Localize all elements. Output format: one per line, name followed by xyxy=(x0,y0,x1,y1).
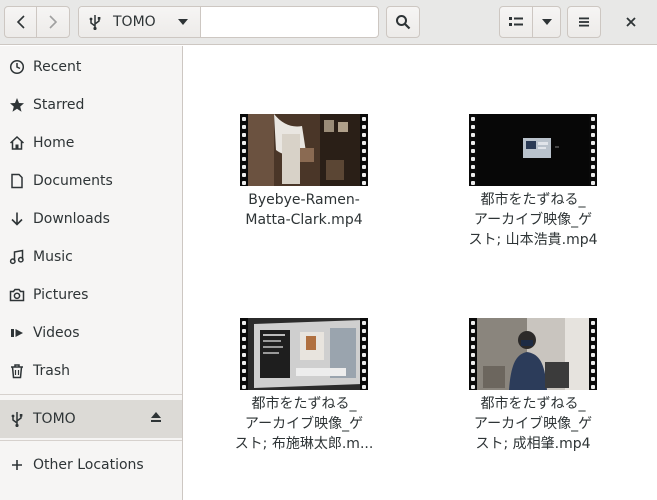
sidebar-divider xyxy=(0,394,182,395)
sidebar-item-starred[interactable]: Starred xyxy=(0,86,182,124)
document-icon xyxy=(9,173,25,189)
sidebar-item-label: Music xyxy=(33,249,73,265)
file-item[interactable]: 都市をたずねる_ アーカイブ映像_ゲ スト; 山本浩貴.mp4 xyxy=(458,114,608,250)
sidebar-item-label: Home xyxy=(33,135,75,151)
sidebar-item-label: Recent xyxy=(33,59,82,75)
sidebar-item-label: Downloads xyxy=(33,211,110,227)
sidebar-item-videos[interactable]: Videos xyxy=(0,314,182,352)
sidebar-item-documents[interactable]: Documents xyxy=(0,162,182,200)
close-button[interactable] xyxy=(614,6,648,38)
sidebar-item-pictures[interactable]: Pictures xyxy=(0,276,182,314)
sidebar-item-home[interactable]: Home xyxy=(0,124,182,162)
back-button[interactable] xyxy=(4,6,37,38)
sidebar-item-label: Trash xyxy=(33,363,70,379)
file-item[interactable]: 都市をたずねる_ アーカイブ映像_ゲ スト; 成相肇.mp4 xyxy=(458,318,608,454)
eject-icon[interactable] xyxy=(150,411,162,427)
file-grid: Byebye-Ramen- Matta-Clark.mp4 都市をたずねる_ ア… xyxy=(184,46,657,500)
sidebar-item-label: Pictures xyxy=(33,287,89,303)
file-name: Byebye-Ramen- Matta-Clark.mp4 xyxy=(245,192,363,228)
location-button[interactable]: TOMO xyxy=(79,7,201,37)
sidebar-item-other-locations[interactable]: Other Locations xyxy=(0,446,182,484)
file-item[interactable]: 都市をたずねる_ アーカイブ映像_ゲ スト; 布施琳太郎.m... xyxy=(229,318,379,454)
sidebar-item-label: Videos xyxy=(33,325,80,341)
sidebar-item-label: Starred xyxy=(33,97,85,113)
close-icon xyxy=(626,17,636,27)
video-thumbnail xyxy=(469,114,597,186)
location-bar[interactable]: TOMO xyxy=(78,6,379,38)
hamburger-icon xyxy=(579,17,589,27)
sidebar-item-downloads[interactable]: Downloads xyxy=(0,200,182,238)
chevron-right-icon xyxy=(49,15,58,29)
search-button[interactable] xyxy=(386,6,420,38)
sidebar-item-music[interactable]: Music xyxy=(0,238,182,276)
usb-icon xyxy=(9,411,25,427)
download-icon xyxy=(9,211,25,227)
file-item[interactable]: Byebye-Ramen- Matta-Clark.mp4 xyxy=(229,114,379,230)
sidebar-item-label: Documents xyxy=(33,173,113,189)
list-view-icon xyxy=(509,17,523,26)
sidebar-item-trash[interactable]: Trash xyxy=(0,352,182,390)
search-icon xyxy=(396,15,411,30)
video-thumbnail xyxy=(240,318,368,390)
sidebar: Recent Starred Home Documents Downloads … xyxy=(0,46,183,500)
video-thumbnail xyxy=(240,114,368,186)
clock-icon xyxy=(9,59,25,75)
sidebar-item-recent[interactable]: Recent xyxy=(0,48,182,86)
music-icon xyxy=(9,249,25,265)
sidebar-item-label: Other Locations xyxy=(33,457,144,473)
camera-icon xyxy=(9,287,25,303)
plus-icon xyxy=(9,457,25,473)
caret-down-icon xyxy=(177,19,188,25)
location-label: TOMO xyxy=(113,14,156,30)
caret-down-icon xyxy=(541,19,552,25)
file-name: 都市をたずねる_ アーカイブ映像_ゲ スト; 山本浩貴.mp4 xyxy=(468,192,598,248)
forward-button[interactable] xyxy=(36,6,70,38)
sidebar-divider xyxy=(0,440,182,441)
video-thumbnail xyxy=(469,318,597,390)
menu-button[interactable] xyxy=(567,6,601,38)
video-icon xyxy=(9,325,25,341)
chevron-left-icon xyxy=(16,15,25,29)
star-icon xyxy=(9,97,25,113)
view-options-button[interactable] xyxy=(532,6,561,38)
sidebar-item-tomo[interactable]: TOMO xyxy=(0,400,182,438)
list-view-button[interactable] xyxy=(499,6,533,38)
sidebar-item-label: TOMO xyxy=(33,411,76,427)
file-name: 都市をたずねる_ アーカイブ映像_ゲ スト; 布施琳太郎.m... xyxy=(234,396,374,452)
header-bar: TOMO xyxy=(0,0,657,45)
home-icon xyxy=(9,135,25,151)
usb-icon xyxy=(89,15,101,30)
file-name: 都市をたずねる_ アーカイブ映像_ゲ スト; 成相肇.mp4 xyxy=(473,396,593,452)
trash-icon xyxy=(9,363,25,379)
